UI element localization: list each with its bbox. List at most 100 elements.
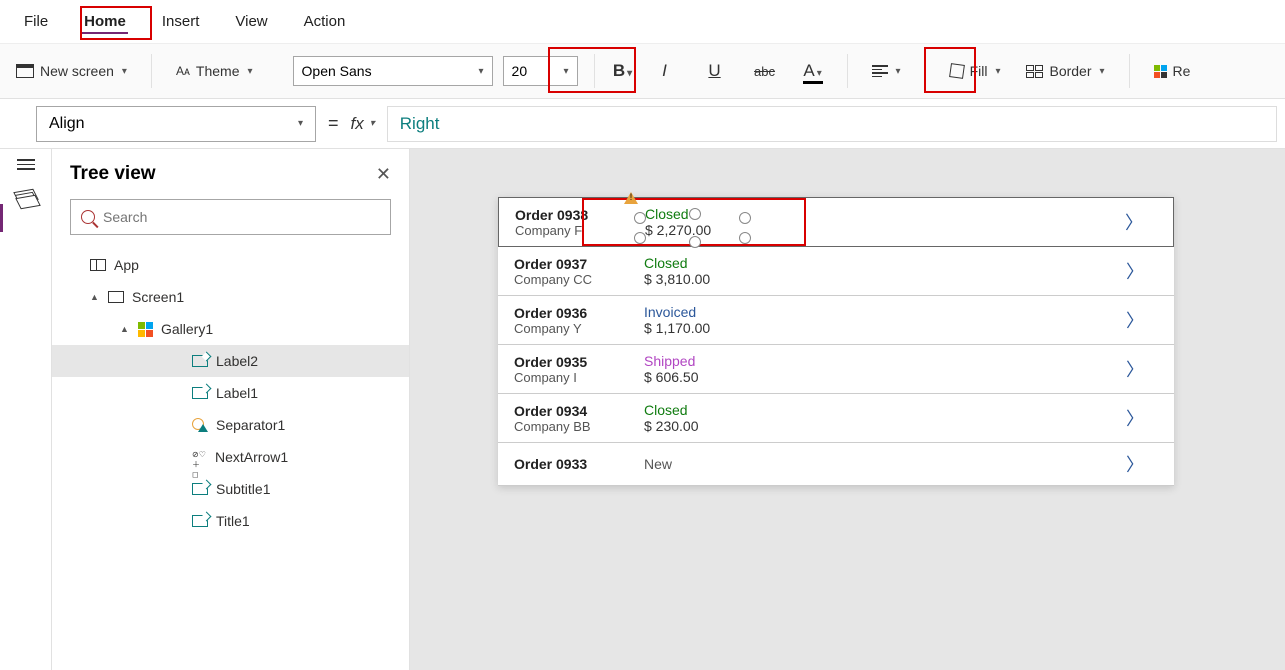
workspace: Tree view ✕ App ▲ Screen1 ▲ Gallery1 [0, 149, 1285, 670]
fill-button[interactable]: Fill ▾ [942, 59, 1009, 83]
order-title: Order 0937 [514, 256, 634, 272]
gallery-row[interactable]: Order 0936Company YInvoiced$ 1,170.00〉 [498, 296, 1174, 345]
company-subtitle: Company CC [514, 272, 634, 287]
separator [925, 54, 926, 88]
equals-sign: = [328, 113, 339, 134]
hamburger-icon[interactable] [17, 159, 35, 170]
bold-button[interactable]: B▾ [611, 61, 635, 81]
tree-item-separator1[interactable]: Separator1 [52, 409, 409, 441]
new-screen-button[interactable]: New screen ▾ [8, 59, 135, 83]
formula-input[interactable]: Right [387, 106, 1277, 142]
tree-item-title1[interactable]: Title1 [52, 505, 409, 537]
gallery-row[interactable]: Order 0935Company IShipped$ 606.50〉 [498, 345, 1174, 394]
label-icon [192, 387, 208, 399]
close-icon[interactable]: ✕ [376, 164, 391, 185]
app-preview[interactable]: Order 0938Company FClosed$ 2,270.00〉Orde… [498, 197, 1174, 486]
tree-list: App ▲ Screen1 ▲ Gallery1 Label2 Label1 [52, 245, 409, 670]
menu-home[interactable]: Home [68, 7, 142, 36]
tree-item-label2[interactable]: Label2 [52, 345, 409, 377]
tree-item-gallery1[interactable]: ▲ Gallery1 [52, 313, 409, 345]
company-subtitle: Company Y [514, 321, 634, 336]
fill-label: Fill [970, 63, 988, 79]
chevron-down-icon: ▾ [896, 66, 901, 77]
border-icon [1026, 65, 1043, 78]
price-label: $ 606.50 [644, 369, 699, 385]
strikethrough-button[interactable]: abc [753, 64, 777, 79]
chevron-down-icon: ▾ [479, 66, 484, 77]
chevron-down-icon: ▾ [248, 66, 253, 77]
reorder-button[interactable]: Re [1146, 59, 1199, 83]
border-button[interactable]: Border ▾ [1018, 59, 1112, 83]
tree-view-icon[interactable] [16, 190, 36, 206]
order-title: Order 0934 [514, 403, 634, 419]
tree-search[interactable] [70, 199, 391, 235]
chevron-right-icon[interactable]: 〉 [1126, 405, 1158, 431]
align-icon [872, 65, 888, 77]
formula-value: Right [400, 114, 440, 134]
tree-view-title: Tree view [70, 163, 156, 185]
border-label: Border [1049, 63, 1091, 79]
underline-button[interactable]: U [703, 61, 727, 81]
tree-search-input[interactable] [103, 209, 380, 225]
font-color-button[interactable]: A▾ [801, 61, 825, 81]
status-label: Shipped [644, 353, 695, 369]
tree-item-label1[interactable]: Label1 [52, 377, 409, 409]
screen-icon [108, 291, 124, 303]
tree-item-nextarrow1[interactable]: ⊘♡＋◻ NextArrow1 [52, 441, 409, 473]
price-label: $ 230.00 [644, 418, 699, 434]
collapse-icon[interactable]: ▲ [120, 324, 130, 334]
order-title: Order 0933 [514, 456, 634, 472]
gallery-row[interactable]: Order 0933New〉 [498, 443, 1174, 486]
chevron-right-icon[interactable]: 〉 [1125, 209, 1157, 235]
canvas[interactable]: Order 0938Company FClosed$ 2,270.00〉Orde… [410, 149, 1285, 670]
chevron-down-icon: ▾ [564, 66, 569, 77]
app-icon [90, 259, 106, 271]
price-label: $ 1,170.00 [644, 320, 710, 336]
italic-button[interactable]: I [653, 61, 677, 81]
tree-item-screen1[interactable]: ▲ Screen1 [52, 281, 409, 313]
status-label: Closed [644, 402, 688, 418]
tree-view-panel: Tree view ✕ App ▲ Screen1 ▲ Gallery1 [52, 149, 410, 670]
fx-button[interactable]: fx ▾ [351, 114, 375, 134]
menu-view[interactable]: View [219, 7, 283, 36]
gallery-row[interactable]: Order 0937Company CCClosed$ 3,810.00〉 [498, 247, 1174, 296]
order-title: Order 0936 [514, 305, 634, 321]
fill-icon [949, 63, 965, 79]
new-screen-label: New screen [40, 63, 114, 79]
chevron-right-icon[interactable]: 〉 [1126, 307, 1158, 333]
chevron-right-icon[interactable]: 〉 [1126, 356, 1158, 382]
separator [151, 54, 152, 88]
menu-file[interactable]: File [8, 7, 64, 36]
separator-icon [192, 418, 208, 432]
company-subtitle: Company BB [514, 419, 634, 434]
theme-button[interactable]: Aᴀ Theme ▾ [168, 59, 261, 83]
font-size-select[interactable]: 20 ▾ [503, 56, 578, 86]
tree-item-app[interactable]: App [52, 249, 409, 281]
menu-insert[interactable]: Insert [146, 7, 216, 36]
font-name-value: Open Sans [302, 63, 372, 79]
property-select[interactable]: Align ▾ [36, 106, 316, 142]
theme-label: Theme [196, 63, 240, 79]
company-subtitle: Company I [514, 370, 634, 385]
label-icon [192, 355, 208, 367]
menu-action[interactable]: Action [288, 7, 362, 36]
order-title: Order 0938 [515, 207, 635, 223]
chevron-right-icon[interactable]: 〉 [1126, 258, 1158, 284]
reorder-icon [1154, 65, 1167, 78]
menu-bar: File Home Insert View Action [0, 0, 1285, 44]
chevron-down-icon: ▾ [627, 68, 632, 79]
left-rail [0, 149, 52, 670]
tree-item-subtitle1[interactable]: Subtitle1 [52, 473, 409, 505]
label-icon [192, 515, 208, 527]
collapse-icon[interactable]: ▲ [90, 292, 100, 302]
chevron-down-icon: ▾ [1100, 66, 1105, 77]
gallery-row[interactable]: Order 0934Company BB Closed$ 230.00 〉 [498, 394, 1174, 443]
font-name-select[interactable]: Open Sans ▾ [293, 56, 493, 86]
gallery-row[interactable]: Order 0938Company FClosed$ 2,270.00〉 [498, 197, 1174, 247]
chevron-down-icon: ▾ [122, 66, 127, 77]
chevron-right-icon[interactable]: 〉 [1126, 451, 1158, 477]
separator [847, 54, 848, 88]
separator [1129, 54, 1130, 88]
chevron-down-icon: ▾ [995, 66, 1000, 77]
text-align-button[interactable]: ▾ [864, 61, 909, 81]
